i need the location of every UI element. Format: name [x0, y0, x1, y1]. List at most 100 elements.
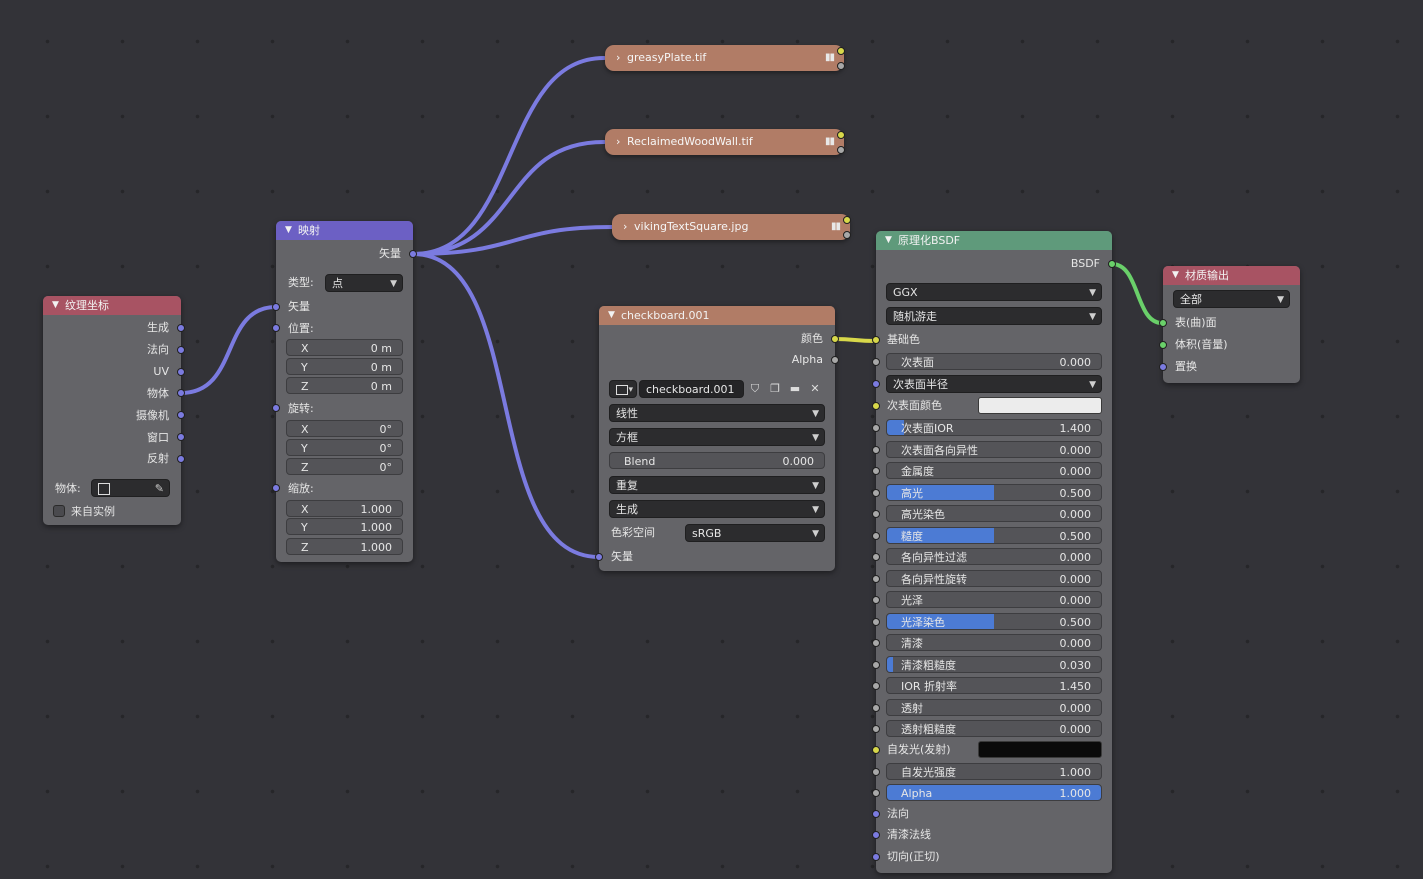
input-socket[interactable]: [872, 489, 880, 497]
chevron-right-icon[interactable]: ›: [616, 129, 620, 155]
input-socket[interactable]: [872, 810, 880, 818]
node-header[interactable]: ▼ 纹理坐标: [43, 296, 181, 315]
material-output-node[interactable]: ▼ 材质输出 全部 ▼ 表(曲)面 体积(音量) 置换: [1159, 266, 1300, 383]
rotation-x-field[interactable]: X 0°: [286, 420, 403, 437]
input-socket[interactable]: [872, 768, 880, 776]
node-header[interactable]: ▼ 原理化BSDF: [876, 231, 1112, 250]
subsurface-radius-dropdown[interactable]: 次表面半径 ▼: [886, 375, 1102, 393]
subsurface-color-swatch[interactable]: [978, 397, 1102, 414]
mapping-node[interactable]: ▼ 映射 矢量 类型: 点 ▼ 矢量 位置: X0 m Y0 m Z0 m 旋转:…: [272, 221, 417, 562]
bsdf-input-field[interactable]: 透射 0.000: [886, 699, 1102, 716]
bsdf-input-field[interactable]: 高光染色 0.000: [886, 505, 1102, 522]
bsdf-input-field[interactable]: IOR 折射率 1.450: [886, 677, 1102, 694]
alpha-output-socket[interactable]: [837, 146, 845, 154]
eyedropper-icon[interactable]: ✎: [155, 480, 164, 498]
location-z-field[interactable]: Z0 m: [286, 377, 403, 394]
color-output-socket[interactable]: [831, 335, 839, 343]
output-socket[interactable]: [177, 389, 185, 397]
color-output-socket[interactable]: [837, 47, 845, 55]
rotation-z-field[interactable]: Z 0°: [286, 458, 403, 475]
emission-strength-field[interactable]: 自发光强度 1.000: [886, 763, 1102, 780]
bsdf-input-field[interactable]: 金属度 0.000: [886, 462, 1102, 479]
input-socket[interactable]: [872, 402, 880, 410]
output-socket[interactable]: [177, 433, 185, 441]
alpha-output-socket[interactable]: [843, 231, 851, 239]
distribution-dropdown[interactable]: GGX ▼: [886, 283, 1102, 301]
bsdf-input-field[interactable]: 糙度 0.500: [886, 527, 1102, 544]
location-x-field[interactable]: X0 m: [286, 339, 403, 356]
input-socket[interactable]: [872, 661, 880, 669]
input-socket[interactable]: [272, 484, 280, 492]
collapsed-image-node[interactable]: › greasyPlate.tif ▮▮: [605, 45, 844, 71]
color-output-socket[interactable]: [843, 216, 851, 224]
output-socket[interactable]: [177, 455, 185, 463]
subsurface-method-dropdown[interactable]: 随机游走 ▼: [886, 307, 1102, 325]
colorspace-dropdown[interactable]: sRGB ▼: [685, 524, 825, 542]
volume-input-socket[interactable]: [1159, 341, 1167, 349]
chevron-down-icon[interactable]: ▼: [885, 231, 892, 250]
input-socket[interactable]: [872, 446, 880, 454]
object-picker[interactable]: ✎: [91, 479, 170, 497]
texture-coordinate-node[interactable]: ▼ 纹理坐标 生成 法向 UV 物体 摄像机 窗口 反射 物体: ✎ 来自实例: [43, 296, 185, 525]
image-texture-node[interactable]: ▼ checkboard.001 颜色 Alpha ▾ checkboard.0…: [595, 306, 839, 571]
fake-user-shield-icon[interactable]: ⛉: [747, 381, 763, 397]
node-header[interactable]: ▼ 映射: [276, 221, 413, 240]
scale-z-field[interactable]: Z 1.000: [286, 538, 403, 555]
projection-dropdown[interactable]: 方框 ▼: [609, 428, 825, 446]
bsdf-input-field[interactable]: 次表面各向异性 0.000: [886, 441, 1102, 458]
input-socket[interactable]: [872, 424, 880, 432]
color-output-socket[interactable]: [837, 131, 845, 139]
input-socket[interactable]: [272, 324, 280, 332]
input-socket[interactable]: [272, 303, 280, 311]
input-socket[interactable]: [872, 853, 880, 861]
bsdf-input-field[interactable]: 透射粗糙度 0.000: [886, 720, 1102, 737]
input-socket[interactable]: [872, 831, 880, 839]
input-socket[interactable]: [872, 682, 880, 690]
input-socket[interactable]: [872, 553, 880, 561]
output-socket[interactable]: [177, 368, 185, 376]
image-browse-button[interactable]: ▾: [609, 380, 637, 398]
input-socket[interactable]: [872, 532, 880, 540]
interpolation-dropdown[interactable]: 线性 ▼: [609, 404, 825, 422]
node-header[interactable]: ▼ 材质输出: [1163, 266, 1300, 285]
chevron-right-icon[interactable]: ›: [623, 214, 627, 240]
output-socket[interactable]: [177, 346, 185, 354]
subsurface-field[interactable]: 次表面 0.000: [886, 353, 1102, 370]
folder-icon[interactable]: ▬: [787, 381, 803, 397]
scale-x-field[interactable]: X 1.000: [286, 500, 403, 517]
rotation-y-field[interactable]: Y 0°: [286, 439, 403, 456]
mapping-type-dropdown[interactable]: 点 ▼: [325, 274, 403, 292]
image-name-field[interactable]: checkboard.001: [639, 380, 744, 398]
from-instancer-checkbox[interactable]: [53, 505, 65, 517]
input-socket[interactable]: [872, 639, 880, 647]
node-header[interactable]: ▼ checkboard.001: [599, 306, 835, 325]
collapsed-image-node[interactable]: › ReclaimedWoodWall.tif ▮▮: [605, 129, 844, 155]
input-socket[interactable]: [872, 618, 880, 626]
collapsed-image-node[interactable]: › vikingTextSquare.jpg ▮▮: [612, 214, 850, 240]
input-socket[interactable]: [872, 725, 880, 733]
chevron-down-icon[interactable]: ▼: [285, 221, 292, 240]
chevron-down-icon[interactable]: ▼: [608, 306, 615, 325]
bsdf-input-field[interactable]: 次表面IOR 1.400: [886, 419, 1102, 436]
base-color-socket[interactable]: [872, 336, 880, 344]
blend-field[interactable]: Blend 0.000: [609, 452, 825, 469]
displacement-input-socket[interactable]: [1159, 363, 1167, 371]
alpha-output-socket[interactable]: [837, 62, 845, 70]
input-socket[interactable]: [872, 575, 880, 583]
input-socket[interactable]: [872, 704, 880, 712]
input-socket[interactable]: [872, 510, 880, 518]
input-socket[interactable]: [872, 596, 880, 604]
alpha-field[interactable]: Alpha 1.000: [886, 784, 1102, 801]
input-socket[interactable]: [595, 553, 603, 561]
scale-y-field[interactable]: Y 1.000: [286, 518, 403, 535]
input-socket[interactable]: [872, 358, 880, 366]
input-socket[interactable]: [872, 380, 880, 388]
emission-color-swatch[interactable]: [978, 741, 1102, 758]
chevron-down-icon[interactable]: ▼: [1172, 266, 1179, 285]
output-socket[interactable]: [409, 250, 417, 258]
location-y-field[interactable]: Y0 m: [286, 358, 403, 375]
bsdf-input-field[interactable]: 各向异性旋转 0.000: [886, 570, 1102, 587]
surface-input-socket[interactable]: [1159, 319, 1167, 327]
close-icon[interactable]: ✕: [807, 381, 823, 397]
principled-bsdf-node[interactable]: ▼ 原理化BSDF BSDF GGX ▼ 随机游走 ▼ 基础色 次表面 0.000 次…: [872, 231, 1116, 873]
